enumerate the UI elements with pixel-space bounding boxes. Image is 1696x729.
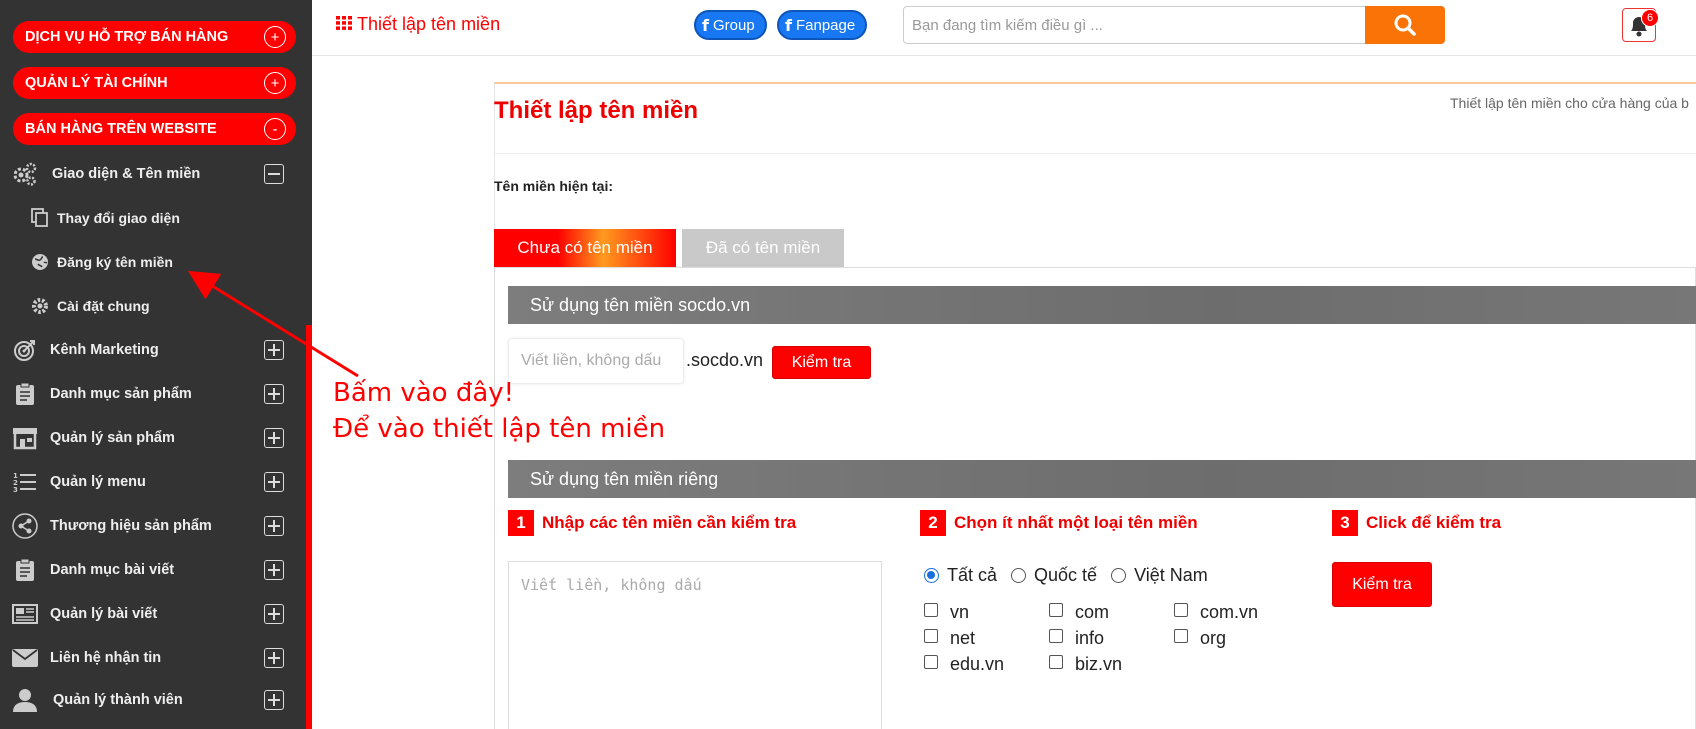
annotation-text-1: Bấm vào đây! — [333, 378, 515, 408]
annotation-text-2: Để vào thiết lập tên miền — [333, 414, 666, 444]
annotation-arrow — [187, 270, 359, 378]
